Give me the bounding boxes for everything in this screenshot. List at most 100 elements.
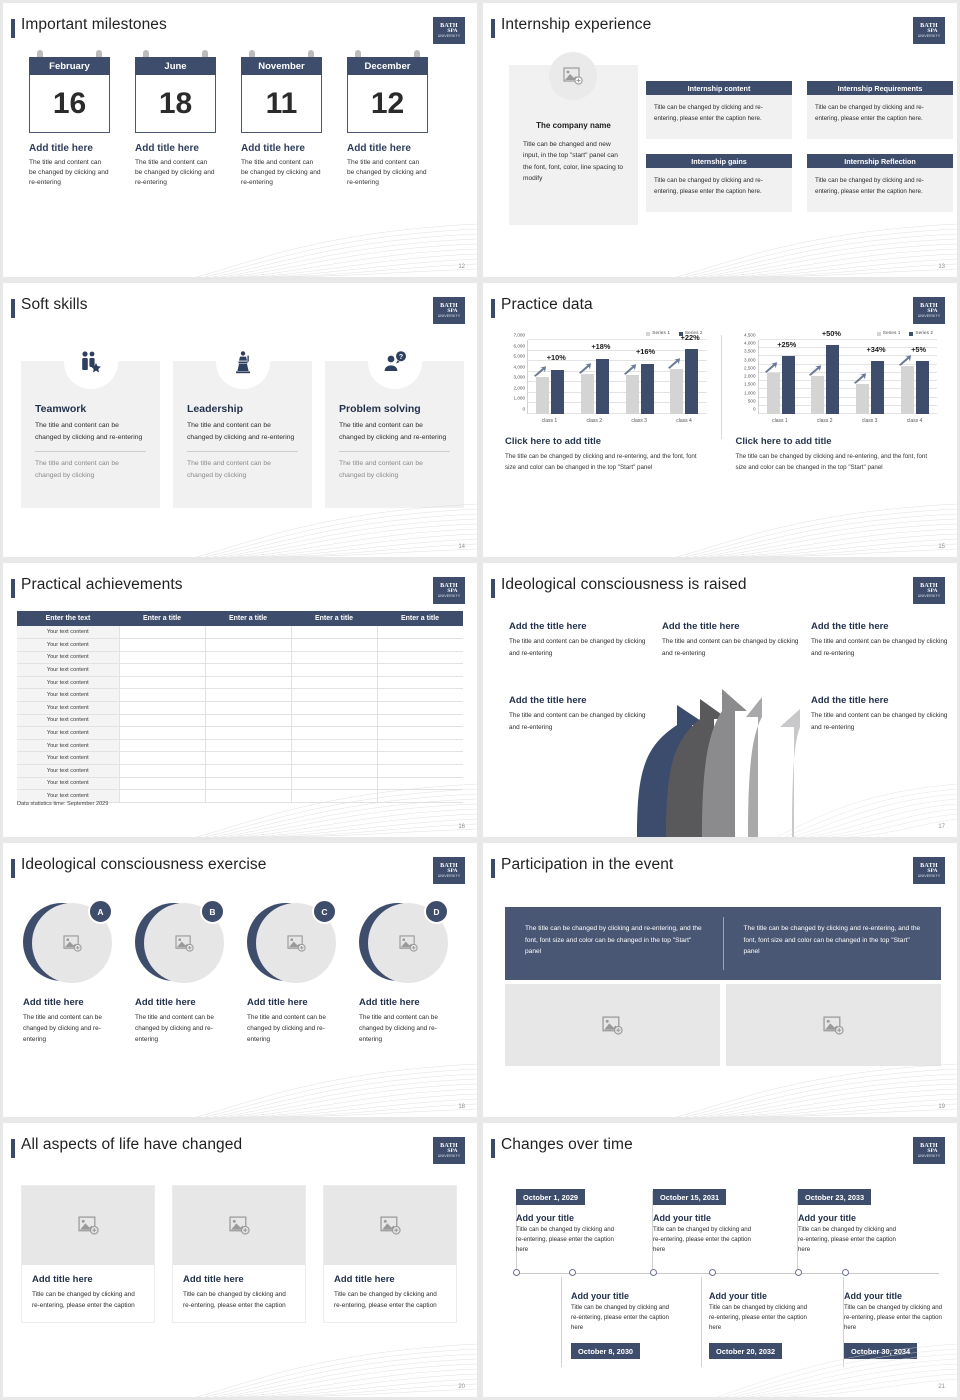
soft-skill-card[interactable]: Teamwork The title and content can be ch…: [21, 335, 160, 508]
table-row[interactable]: Your text content: [17, 751, 463, 766]
table-cell[interactable]: Your text content: [17, 777, 120, 791]
table-cell[interactable]: [377, 751, 463, 766]
milestone-item[interactable]: February 16 Add title here The title and…: [29, 50, 110, 189]
table-cell[interactable]: Your text content: [17, 688, 120, 703]
table-cell[interactable]: [291, 638, 378, 652]
timeline-dot[interactable]: [513, 1269, 520, 1276]
table-cell[interactable]: [377, 789, 463, 803]
table-cell[interactable]: Your text content: [17, 701, 120, 715]
timeline-dot[interactable]: [569, 1269, 576, 1276]
image-placeholder-icon[interactable]: [549, 52, 597, 100]
table-cell[interactable]: [119, 688, 206, 703]
slide-practical-achievements[interactable]: Practical achievements BATH SPA UNIVERSI…: [3, 563, 477, 837]
table-header-cell[interactable]: Enter a title: [205, 611, 291, 626]
table-cell[interactable]: Your text content: [17, 739, 120, 753]
image-card[interactable]: Add title here Title can be changed by c…: [172, 1185, 306, 1324]
table-cell[interactable]: [291, 777, 378, 791]
table-row[interactable]: Your text content: [17, 701, 463, 715]
table-cell[interactable]: [119, 651, 206, 665]
point-item[interactable]: Add the title here The title and content…: [811, 621, 951, 659]
table-row[interactable]: Your text content: [17, 714, 463, 728]
table-cell[interactable]: [205, 638, 292, 652]
table-cell[interactable]: [205, 764, 292, 778]
milestone-item[interactable]: June 18 Add title here The title and con…: [135, 50, 216, 189]
table-header-cell[interactable]: Enter a title: [119, 611, 205, 626]
table-cell[interactable]: [119, 638, 206, 652]
table-cell[interactable]: [205, 739, 292, 753]
table-cell[interactable]: [119, 726, 206, 740]
table-cell[interactable]: Your text content: [17, 726, 120, 740]
table-cell[interactable]: [119, 751, 206, 766]
slide-ideological-consciousness-exercise[interactable]: Ideological consciousness exercise BATH …: [3, 843, 477, 1117]
slide-changes-over-time[interactable]: Changes over time BATH SPA UNIVERSITY Oc…: [483, 1123, 957, 1397]
table-row[interactable]: Your text content: [17, 676, 463, 690]
achievements-table[interactable]: Enter the text Enter a title Enter a title…: [17, 611, 463, 803]
slide-soft-skills[interactable]: Soft skills BATH SPA UNIVERSITY Teamwork…: [3, 283, 477, 557]
table-cell[interactable]: [377, 626, 463, 640]
table-cell[interactable]: [291, 714, 378, 728]
point-item[interactable]: Add the title here The title and content…: [811, 695, 951, 733]
table-cell[interactable]: [377, 638, 463, 652]
table-cell[interactable]: [205, 651, 292, 665]
table-cell[interactable]: [119, 663, 206, 677]
table-cell[interactable]: [291, 764, 378, 778]
timeline-dot[interactable]: [795, 1269, 802, 1276]
image-placeholder-icon[interactable]: [22, 1186, 154, 1265]
slide-important-milestones[interactable]: Important milestones BATH SPA UNIVERSITY…: [3, 3, 477, 277]
table-cell[interactable]: [377, 726, 463, 740]
point-item[interactable]: Add the title here The title and content…: [662, 621, 802, 659]
table-cell[interactable]: [377, 777, 463, 791]
table-cell[interactable]: [377, 701, 463, 715]
timeline-dot[interactable]: [842, 1269, 849, 1276]
slide-ideological-consciousness-raised[interactable]: Ideological consciousness is raised BATH…: [483, 563, 957, 837]
table-cell[interactable]: Your text content: [17, 676, 120, 690]
table-cell[interactable]: [119, 789, 206, 803]
table-cell[interactable]: [291, 676, 378, 690]
slide-all-aspects-of-life[interactable]: All aspects of life have changed BATH SP…: [3, 1123, 477, 1397]
table-cell[interactable]: [205, 777, 292, 791]
table-row[interactable]: Your text content: [17, 638, 463, 652]
circle-card[interactable]: A Add title here The title and content c…: [23, 899, 113, 1045]
circle-card[interactable]: C Add title here The title and content c…: [247, 899, 337, 1045]
chart-block-1[interactable]: Series 1 Series 2 0 1,000 2,000 3,000 4,000 5…: [497, 331, 715, 473]
point-item[interactable]: Add the title here The title and content…: [509, 695, 649, 733]
table-cell[interactable]: [205, 663, 292, 677]
table-cell[interactable]: [291, 701, 378, 715]
table-cell[interactable]: [377, 688, 463, 703]
table-cell[interactable]: [377, 651, 463, 665]
table-header-cell[interactable]: Enter the text: [17, 611, 119, 626]
table-cell[interactable]: [291, 739, 378, 753]
timeline-dot[interactable]: [709, 1269, 716, 1276]
table-cell[interactable]: Your text content: [17, 651, 120, 665]
table-cell[interactable]: [205, 701, 292, 715]
table-cell[interactable]: [377, 739, 463, 753]
slide-internship-experience[interactable]: Internship experience BATH SPA UNIVERSIT…: [483, 3, 957, 277]
timeline-dot[interactable]: [650, 1269, 657, 1276]
table-cell[interactable]: [291, 663, 378, 677]
table-row[interactable]: Your text content: [17, 626, 463, 640]
table-cell[interactable]: Your text content: [17, 638, 120, 652]
table-row[interactable]: Your text content: [17, 777, 463, 791]
table-cell[interactable]: [119, 777, 206, 791]
table-row[interactable]: Your text content: [17, 726, 463, 740]
image-card[interactable]: Add title here Title can be changed by c…: [323, 1185, 457, 1324]
table-cell[interactable]: [205, 676, 292, 690]
table-cell[interactable]: [205, 751, 292, 766]
table-cell[interactable]: [291, 726, 378, 740]
point-item[interactable]: Add the title here The title and content…: [509, 621, 649, 659]
milestone-item[interactable]: November 11 Add title here The title and…: [241, 50, 322, 189]
table-cell[interactable]: [119, 764, 206, 778]
image-placeholder-icon[interactable]: [324, 1186, 456, 1265]
table-cell[interactable]: [205, 726, 292, 740]
table-cell[interactable]: Your text content: [17, 714, 120, 728]
image-placeholder-icon[interactable]: [505, 984, 720, 1066]
table-cell[interactable]: [119, 739, 206, 753]
table-cell[interactable]: [291, 751, 378, 766]
table-row[interactable]: Your text content: [17, 739, 463, 753]
table-cell[interactable]: [291, 651, 378, 665]
image-placeholder-icon[interactable]: [726, 984, 941, 1066]
table-cell[interactable]: [291, 626, 378, 640]
chart-block-2[interactable]: Series 1 Series 2 0 500 1,000 1,500 2,000 2,5…: [728, 329, 946, 473]
internship-card[interactable]: Internship Requirements Title can be cha…: [807, 81, 953, 143]
slide-practice-data[interactable]: Practice data BATH SPA UNIVERSITY Series…: [483, 283, 957, 557]
